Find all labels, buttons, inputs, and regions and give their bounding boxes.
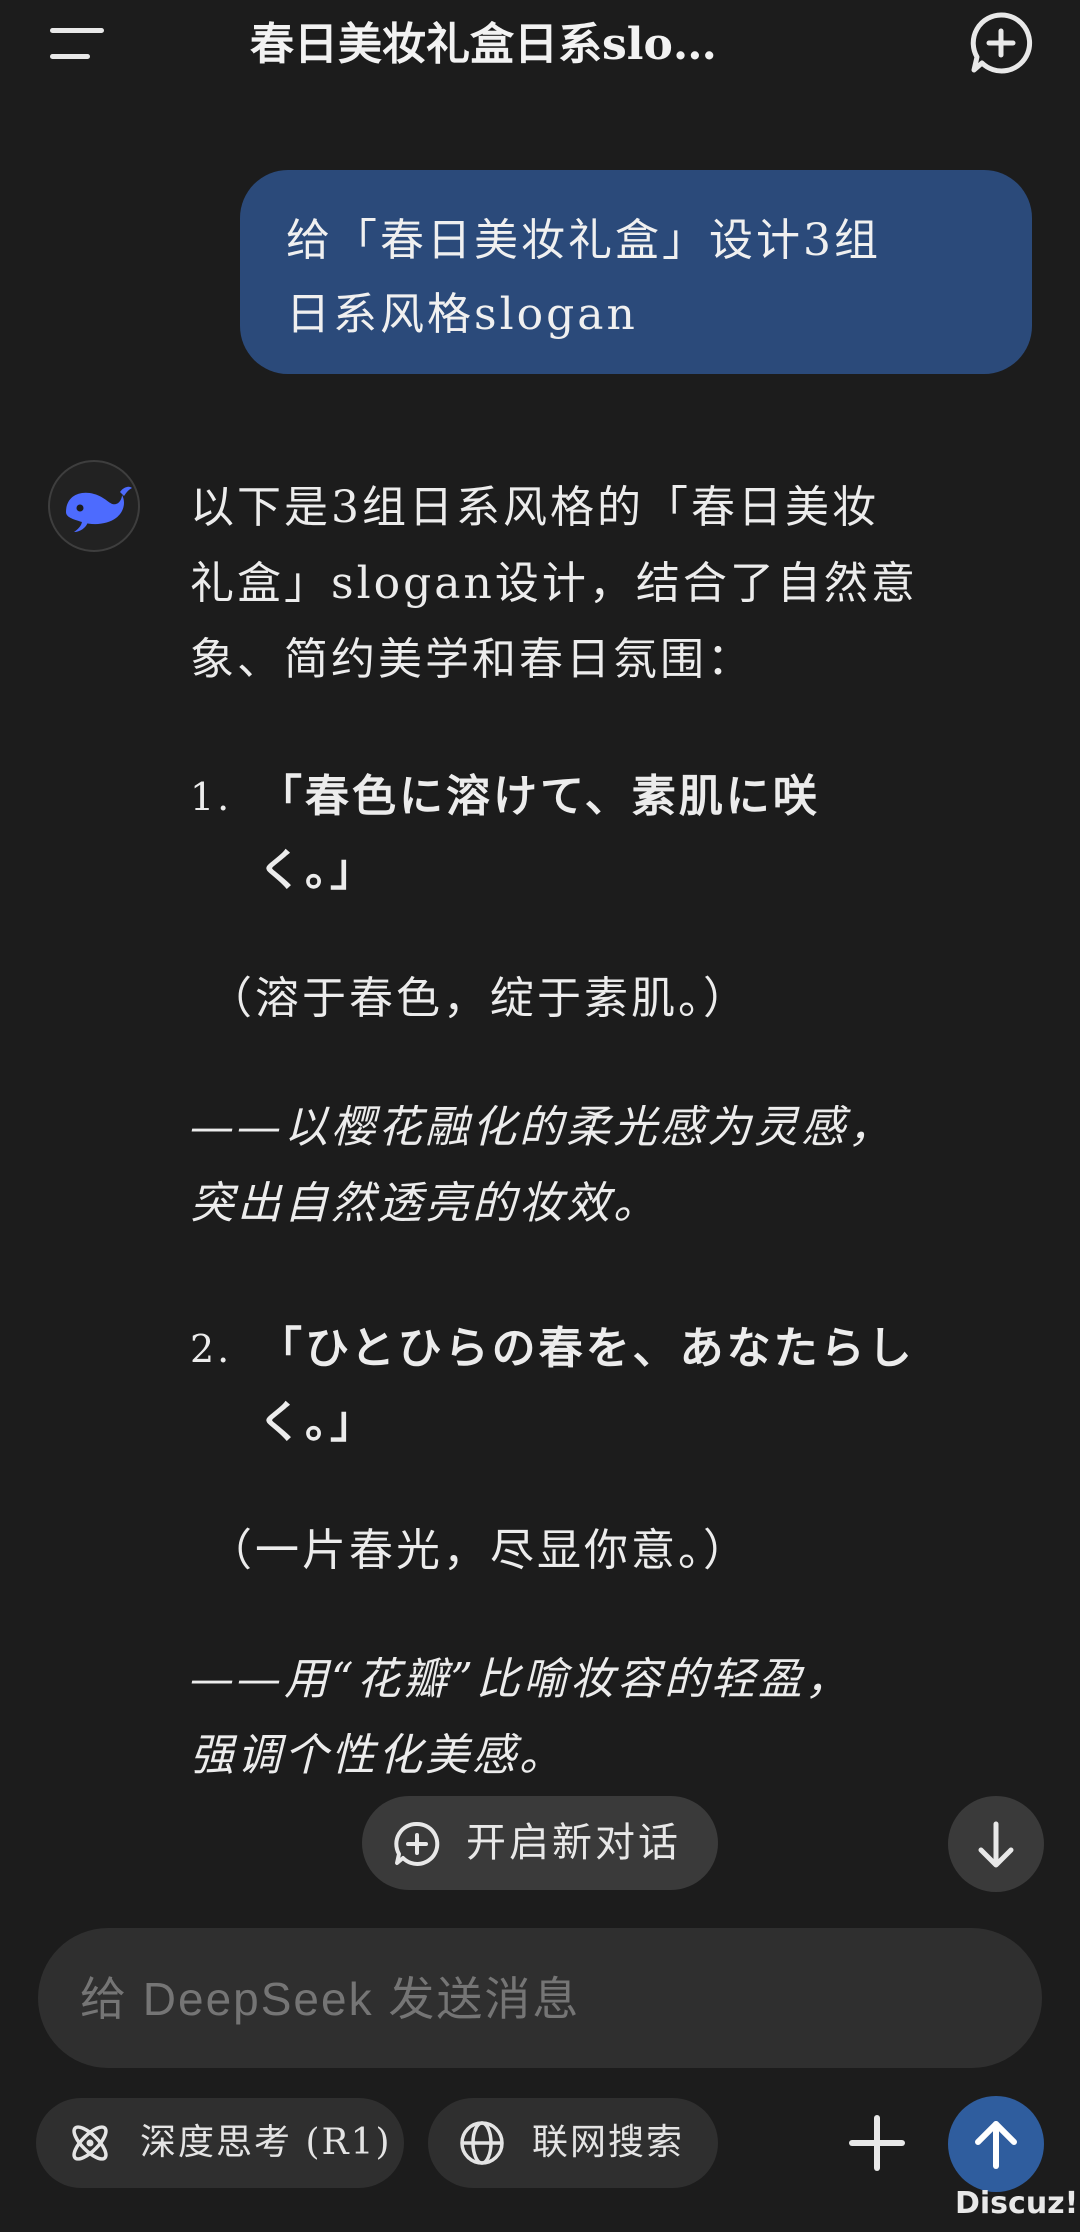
plus-bubble-icon <box>394 1821 440 1867</box>
slogan-item: 2. 「ひとひらの春を、あなたらし く。」 （一片春光，尽显你意。） ——用“花… <box>190 1312 1020 1794</box>
slogan-title-line: く。」 <box>258 1397 377 1448</box>
slogan-note-line: 强调个性化美感。 <box>190 1730 566 1781</box>
send-button[interactable] <box>948 2096 1044 2192</box>
assistant-text-line: 礼盒」slogan设计，结合了自然意 <box>190 558 918 609</box>
user-message-bubble: 给「春日美妆礼盒」设计3组 日系风格slogan <box>240 170 1032 374</box>
globe-icon <box>458 2119 506 2167</box>
slogan-note-line: ——以樱花融化的柔光感为灵感， <box>190 1102 895 1153</box>
slogan-translation: （一片春光，尽显你意。） <box>208 1525 750 1576</box>
attach-button[interactable] <box>842 2108 912 2178</box>
list-number: 1. <box>190 775 233 819</box>
assistant-intro: 以下是3组日系风格的「春日美妆 礼盒」slogan设计，结合了自然意 象、简约美… <box>190 470 1020 698</box>
conversation-title: 春日美妆礼盒日系slo… <box>250 19 717 70</box>
new-chat-button[interactable]: 开启新对话 <box>362 1796 718 1890</box>
message-input[interactable] <box>78 1928 982 2070</box>
message-composer[interactable] <box>38 1928 1042 2070</box>
slogan-note-line: ——用“花瓣”比喻妆容的轻盈， <box>190 1654 852 1705</box>
deep-think-label: 深度思考 (R1) <box>140 2122 392 2163</box>
list-number: 2. <box>190 1327 233 1371</box>
arrow-up-icon <box>975 2121 1017 2169</box>
new-chat-icon[interactable] <box>968 10 1034 76</box>
scroll-down-button[interactable] <box>948 1796 1044 1892</box>
web-search-label: 联网搜索 <box>532 2122 685 2163</box>
slogan-title-line: 「春色に溶けて、素肌に咲 <box>258 771 820 822</box>
slogan-title-line: く。」 <box>258 845 377 896</box>
menu-icon[interactable] <box>44 24 108 64</box>
deepseek-whale-icon <box>48 460 140 552</box>
user-message-line: 日系风格slogan <box>286 289 638 340</box>
web-search-toggle[interactable]: 联网搜索 <box>428 2098 718 2188</box>
watermark: Discuz! <box>955 2186 1079 2221</box>
slogan-title-line: 「ひとひらの春を、あなたらし <box>258 1323 915 1374</box>
new-chat-label: 开启新对话 <box>466 1820 681 1866</box>
assistant-text-line: 象、简约美学和春日氛围： <box>190 634 754 685</box>
slogan-note-line: 突出自然透亮的妆效。 <box>190 1178 660 1229</box>
slogan-translation: （溶于春色，绽于素肌。） <box>208 973 750 1024</box>
plus-icon <box>849 2115 905 2171</box>
arrow-down-icon <box>978 1821 1014 1868</box>
atom-icon <box>66 2119 114 2167</box>
deep-think-toggle[interactable]: 深度思考 (R1) <box>36 2098 404 2188</box>
slogan-item: 1. 「春色に溶けて、素肌に咲 く。」 （溶于春色，绽于素肌。） ——以樱花融化… <box>190 760 1020 1242</box>
assistant-text-line: 以下是3组日系风格的「春日美妆 <box>190 482 879 533</box>
user-message-line: 给「春日美妆礼盒」设计3组 <box>286 215 881 266</box>
